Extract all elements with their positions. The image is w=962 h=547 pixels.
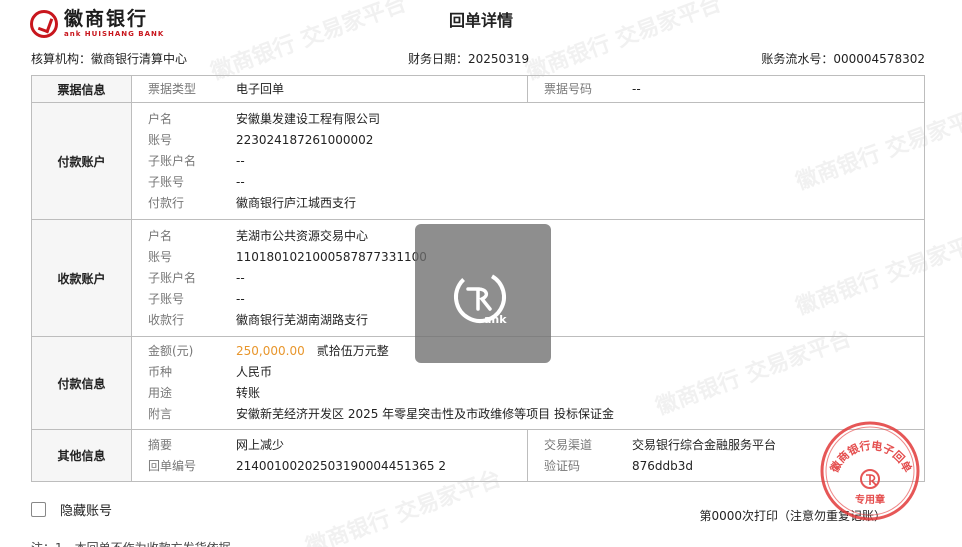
page-title: 回单详情 bbox=[448, 11, 513, 30]
hide-account-toggle[interactable]: 隐藏账号 bbox=[31, 500, 112, 519]
other-info-row: 其他信息 摘要 网上减少 回单编号 214001002025031900044513… bbox=[31, 429, 925, 482]
ticket-info-row: 票据信息 票据类型 电子回单 票据号码 -- bbox=[31, 75, 925, 103]
remark-line: 附言 安徽新芜经济开发区 2025 年零星突击性及市政维修等项目 投标保证金 bbox=[132, 404, 924, 425]
bank-name-en: ank HUISHANG BANK bbox=[64, 30, 165, 38]
purpose-value: 转账 bbox=[236, 386, 261, 400]
payer-account-line: 账号 223024187261000002 bbox=[132, 130, 924, 151]
verification-code-value: 876ddb3d bbox=[632, 458, 694, 473]
currency-line: 币种 人民币 bbox=[132, 362, 924, 383]
bank-seal-stamp: 徽商银行电子回单 专用章 bbox=[820, 421, 920, 521]
ticket-number-value: -- bbox=[632, 81, 641, 96]
hide-account-checkbox[interactable] bbox=[31, 502, 46, 517]
payee-sub-account-name: -- bbox=[236, 270, 245, 285]
svg-text:ank: ank bbox=[484, 313, 507, 326]
summary-value: 网上减少 bbox=[236, 437, 285, 452]
payer-account-number: 223024187261000002 bbox=[236, 132, 374, 147]
currency-value: 人民币 bbox=[236, 365, 273, 379]
payer-sub-account-name: -- bbox=[236, 153, 245, 168]
ticket-number-label: 票据号码 bbox=[544, 81, 593, 96]
finance-date: 财务日期：20250319 bbox=[408, 52, 530, 66]
loading-overlay: ank bbox=[415, 224, 551, 363]
amount-value: 250,000.00 bbox=[236, 344, 305, 358]
payer-sub-account-line: 子账号 -- bbox=[132, 172, 924, 193]
payer-bank-line: 付款行 徽商银行庐江城西支行 bbox=[132, 193, 924, 214]
bank-logo-icon: ank bbox=[454, 271, 507, 326]
payee-sub-account-number: -- bbox=[236, 291, 245, 306]
serial-number: 账务流水号：000004578302 bbox=[761, 52, 925, 66]
section-other-info: 其他信息 bbox=[31, 429, 132, 482]
ticket-type-label: 票据类型 bbox=[148, 81, 197, 96]
payer-account-row: 付款账户 户名 安徽巢发建设工程有限公司 账号 223024187261000002… bbox=[31, 102, 925, 220]
payer-bank: 徽商银行庐江城西支行 bbox=[236, 195, 357, 210]
payer-name: 安徽巢发建设工程有限公司 bbox=[236, 111, 381, 126]
payee-name: 芜湖市公共资源交易中心 bbox=[236, 228, 369, 243]
payer-sub-account-number: -- bbox=[236, 174, 245, 189]
purpose-line: 用途 转账 bbox=[132, 383, 924, 404]
receipt-number-line: 回单编号 21400100202503190004451365 2 bbox=[132, 456, 527, 477]
page-header: 徽商银行 ank HUISHANG BANK 回单详情 bbox=[0, 0, 962, 46]
receipt-number-value: 21400100202503190004451365 2 bbox=[236, 458, 446, 473]
payee-account-number: 1101801021000587877331100 bbox=[236, 249, 427, 264]
accounting-org: 核算机构：徽商银行清算中心 bbox=[31, 52, 188, 66]
payer-name-line: 户名 安徽巢发建设工程有限公司 bbox=[132, 109, 924, 130]
hide-account-label: 隐藏账号 bbox=[60, 504, 113, 519]
remark-value: 安徽新芜经济开发区 2025 年零星突击性及市政维修等项目 投标保证金 bbox=[236, 407, 614, 421]
summary-line: 摘要 网上减少 bbox=[132, 435, 527, 456]
amount-in-words: 贰拾伍万元整 bbox=[316, 344, 389, 358]
svg-text:专用章: 专用章 bbox=[855, 493, 885, 506]
section-payer-account: 付款账户 bbox=[31, 102, 132, 220]
section-payee-account: 收款账户 bbox=[31, 219, 132, 337]
ticket-type-value: 电子回单 bbox=[236, 81, 285, 96]
section-ticket-info: 票据信息 bbox=[31, 75, 132, 103]
section-payment-info: 付款信息 bbox=[31, 336, 132, 430]
footer-note: 注：1、本回单不作为收款方发货依据 bbox=[31, 539, 231, 547]
payer-sub-name-line: 子账户名 -- bbox=[132, 151, 924, 172]
channel-value: 交易银行综合金融服务平台 bbox=[632, 437, 777, 452]
payee-bank: 徽商银行芜湖南湖路支行 bbox=[236, 312, 369, 327]
meta-row: 核算机构：徽商银行清算中心 财务日期：20250319 账务流水号：000004… bbox=[31, 50, 925, 68]
